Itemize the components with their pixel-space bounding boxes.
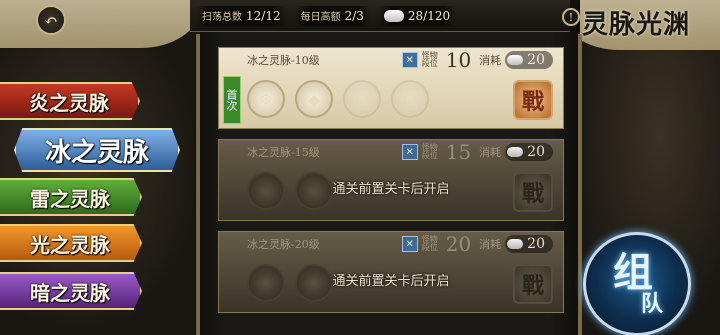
rank-icon: ✕ bbox=[401, 144, 418, 160]
stamina-cost: 消耗 20 bbox=[479, 143, 553, 161]
stage-card-locked: 冰之灵脉-15级 ✕ 怪物段位 15 消耗 20 通关前置关卡后开启 戰 bbox=[218, 139, 564, 221]
cost-value: 20 bbox=[527, 144, 545, 160]
right-rail bbox=[578, 34, 582, 335]
stage-card-locked: 冰之灵脉-20级 ✕ 怪物段位 20 消耗 20 通关前置关卡后开启 戰 bbox=[218, 231, 564, 313]
stamina-pill-icon bbox=[507, 147, 524, 157]
first-clear-badge: 首次 bbox=[223, 76, 241, 124]
tab-ice-vein[interactable]: 冰之灵脉 bbox=[14, 128, 180, 172]
team-up-label-1: 组 bbox=[613, 249, 653, 296]
rank-value: 15 bbox=[445, 140, 472, 164]
coin-icon[interactable]: ○ bbox=[391, 80, 429, 118]
stamina-pill-icon bbox=[507, 55, 524, 65]
rank-value: 20 bbox=[445, 232, 472, 256]
monster-rank: ✕ 怪物段位 20 bbox=[401, 232, 472, 256]
battle-button-disabled: 戰 bbox=[513, 264, 553, 304]
tab-fire-vein[interactable]: 炎之灵脉 bbox=[0, 82, 140, 120]
back-arrow-icon: ↶ bbox=[44, 10, 58, 30]
cost-label: 消耗 bbox=[479, 54, 502, 67]
stamina-cost: 消耗 20 bbox=[479, 235, 553, 253]
stamina-pill-icon bbox=[383, 9, 404, 22]
stage-name: 冰之灵脉-10级 bbox=[247, 54, 320, 67]
stamina-stat[interactable]: 28/120 bbox=[377, 5, 457, 26]
cost-pill: 20 bbox=[505, 235, 553, 253]
sweep-total-stat: 扫荡总数 12/12 bbox=[196, 5, 287, 26]
tab-light-vein[interactable]: 光之灵脉 bbox=[0, 224, 142, 262]
stamina-cost: 消耗 20 bbox=[479, 51, 553, 69]
sweep-total-label: 扫荡总数 bbox=[202, 12, 242, 23]
team-up-label-2: 队 bbox=[640, 291, 663, 317]
cost-value: 20 bbox=[527, 52, 545, 68]
daily-high-value: 2/3 bbox=[344, 8, 364, 23]
daily-high-stat: 每日高额 2/3 bbox=[294, 5, 370, 26]
stamina-value: 28/120 bbox=[407, 8, 451, 23]
top-left-cloud-decoration bbox=[0, 0, 200, 48]
monster-rank: ✕ 怪物段位 15 bbox=[401, 140, 472, 164]
sweep-total-value: 12/12 bbox=[246, 8, 281, 23]
daily-high-label: 每日高额 bbox=[300, 12, 341, 23]
coin-icon[interactable]: ○ bbox=[343, 80, 381, 118]
cost-label: 消耗 bbox=[479, 238, 502, 251]
stage-name: 冰之灵脉-20级 bbox=[247, 238, 320, 251]
cost-pill: 20 bbox=[505, 51, 553, 69]
rank-label: 怪物段位 bbox=[421, 51, 438, 68]
rank-value: 10 bbox=[445, 48, 472, 72]
rank-label: 怪物段位 bbox=[421, 235, 438, 252]
rank-label: 怪物段位 bbox=[421, 143, 438, 160]
dark-gem-icon[interactable]: ◆ bbox=[295, 80, 333, 118]
stage-card-header: 冰之灵脉-10级 ✕ 怪物段位 10 消耗 20 bbox=[219, 48, 563, 72]
stamina-pill-icon bbox=[507, 239, 524, 249]
stage-card-header: 冰之灵脉-20级 ✕ 怪物段位 20 消耗 20 bbox=[219, 232, 563, 256]
tab-thunder-vein[interactable]: 雷之灵脉 bbox=[0, 178, 142, 216]
reward-list: ❄ ◆ ○ ○ bbox=[247, 80, 429, 118]
help-icon[interactable]: ! bbox=[562, 8, 580, 26]
stage-card-header: 冰之灵脉-15级 ✕ 怪物段位 15 消耗 20 bbox=[219, 140, 563, 164]
ice-crystal-icon[interactable]: ❄ bbox=[247, 80, 285, 118]
rank-icon: ✕ bbox=[401, 52, 418, 68]
top-stats-bar: 扫荡总数 12/12 每日高额 2/3 28/120 bbox=[190, 0, 570, 32]
left-rail bbox=[196, 34, 200, 335]
tab-dark-vein[interactable]: 暗之灵脉 bbox=[0, 272, 142, 310]
stage-card[interactable]: 冰之灵脉-10级 ✕ 怪物段位 10 消耗 20 首次 ❄ ◆ ○ ○ 戰 bbox=[218, 47, 564, 129]
cost-pill: 20 bbox=[505, 143, 553, 161]
locked-message: 通关前置关卡后开启 bbox=[332, 274, 450, 289]
back-button[interactable]: ↶ bbox=[36, 5, 66, 35]
page-title: 灵脉光渊 bbox=[582, 10, 691, 40]
team-up-button[interactable]: 组 队 bbox=[583, 232, 691, 335]
battle-button[interactable]: 戰 bbox=[513, 80, 553, 120]
monster-rank: ✕ 怪物段位 10 bbox=[401, 48, 472, 72]
battle-button-disabled: 戰 bbox=[513, 172, 553, 212]
locked-message: 通关前置关卡后开启 bbox=[332, 182, 450, 197]
stage-name: 冰之灵脉-15级 bbox=[247, 146, 320, 159]
rank-icon: ✕ bbox=[401, 236, 418, 252]
cost-value: 20 bbox=[527, 236, 545, 252]
cost-label: 消耗 bbox=[479, 146, 502, 159]
